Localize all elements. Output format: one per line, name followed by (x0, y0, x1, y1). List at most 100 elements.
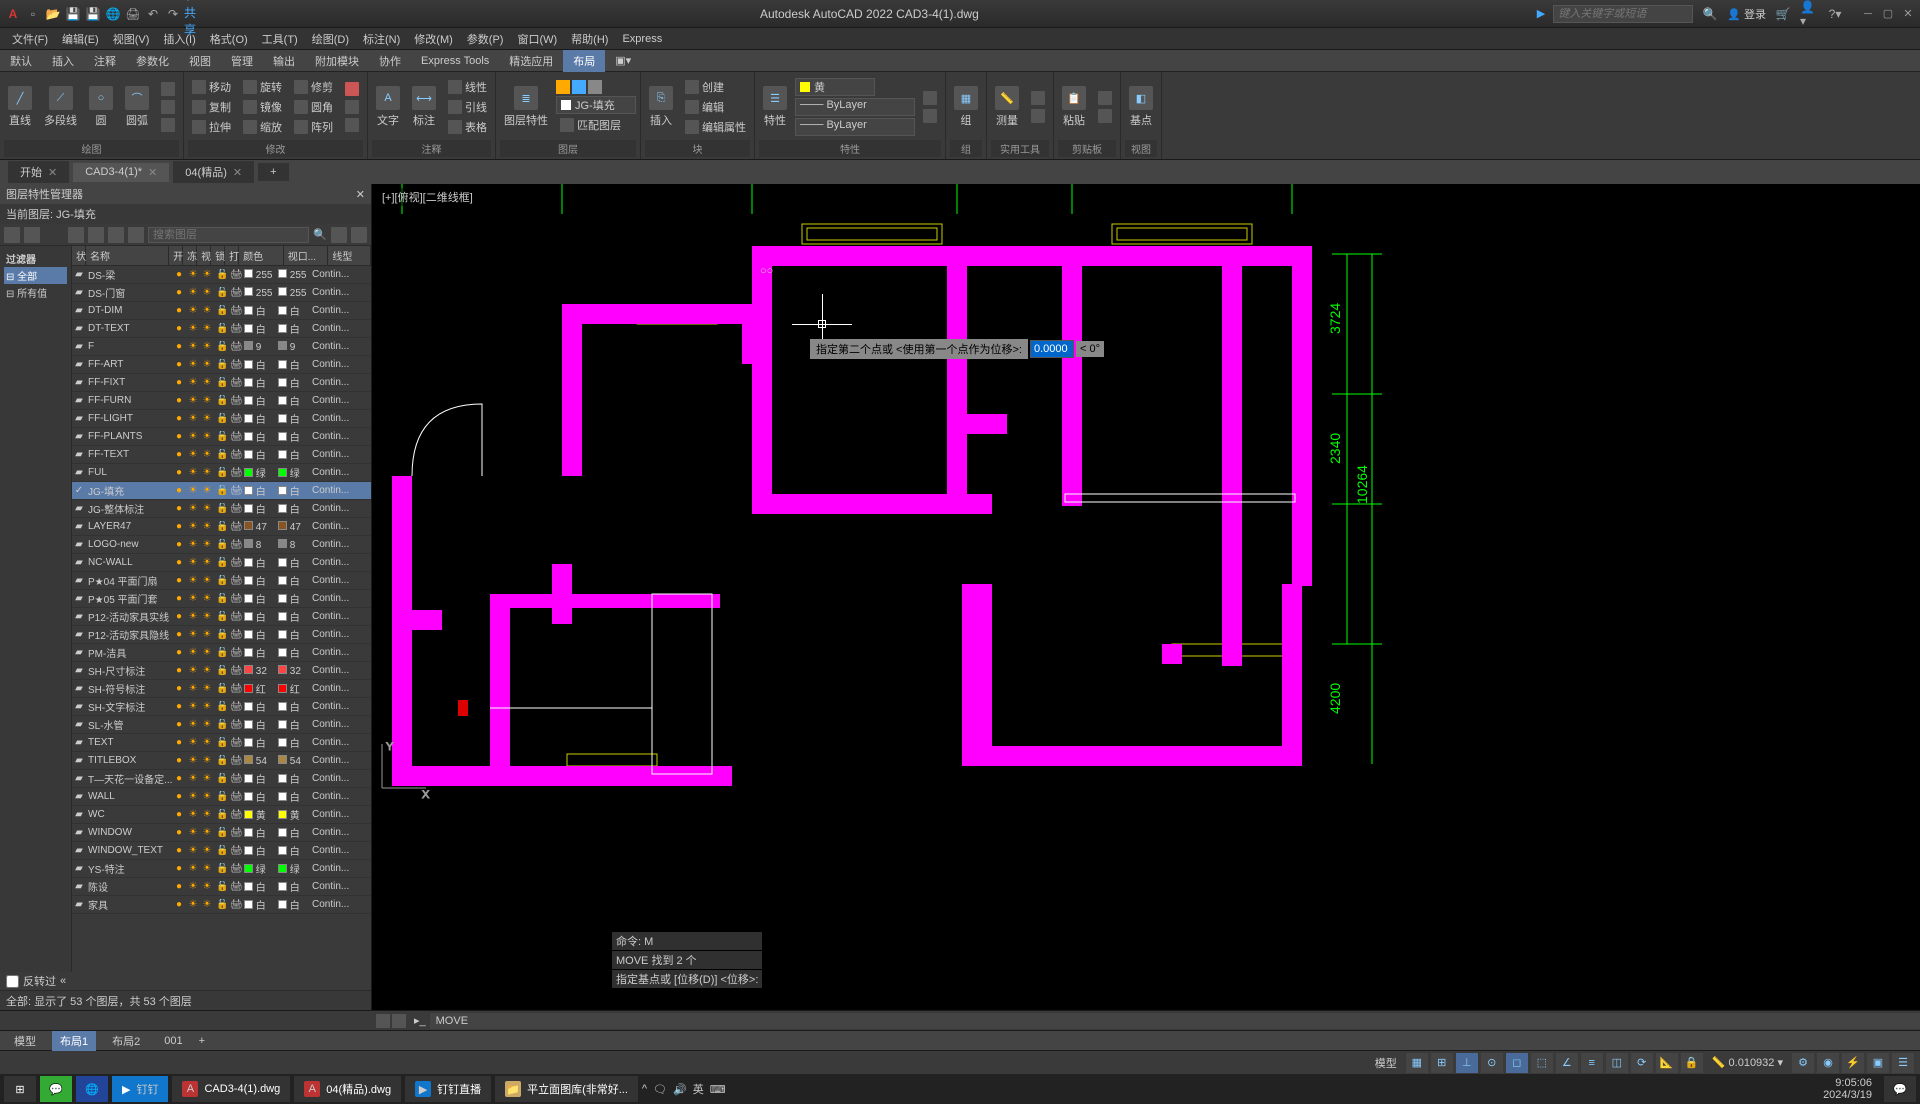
hatch-button[interactable] (157, 99, 179, 115)
network-icon[interactable]: 🗨 (653, 1083, 667, 1096)
insert-button[interactable]: ⎘插入 (645, 84, 677, 130)
layer-dropdown[interactable]: JG-填充 (556, 96, 636, 114)
layer-row[interactable]: ▰SH-文字标注●☀☀🔓🖨 白 白Contin... (72, 698, 371, 716)
annoscale-toggle[interactable]: 🔒 (1681, 1053, 1703, 1073)
web-icon[interactable]: 🌐 (104, 5, 122, 23)
app-icon[interactable]: A (4, 5, 22, 23)
layer-row[interactable]: ▰FUL●☀☀🔓🖨 绿 绿Contin... (72, 464, 371, 482)
layer-row[interactable]: ▰FF-LIGHT●☀☀🔓🖨 白 白Contin... (72, 410, 371, 428)
ribbon-tab[interactable]: 管理 (221, 50, 263, 72)
ribbon-tab[interactable]: Express Tools (411, 52, 499, 70)
paste-button[interactable]: 📋粘贴 (1058, 84, 1090, 130)
ellipse-button[interactable] (157, 117, 179, 133)
match-layer-button[interactable]: 匹配图层 (556, 116, 636, 134)
ribbon-tab[interactable]: 布局 (563, 50, 605, 72)
file-tab[interactable]: 04(精品)✕ (173, 161, 254, 183)
linear-dim-button[interactable]: 线性 (444, 78, 491, 96)
new-tab-button[interactable]: + (258, 163, 288, 181)
layer-row[interactable]: ▰WC●☀☀🔓🖨 黄 黄Contin... (72, 806, 371, 824)
menu-item[interactable]: 工具(T) (256, 29, 304, 49)
layer-row[interactable]: ▰TEXT●☀☀🔓🖨 白 白Contin... (72, 734, 371, 752)
layout-tab[interactable]: 001 (156, 1033, 190, 1049)
line-button[interactable]: ╱直线 (4, 84, 36, 130)
layer-row[interactable]: ▰FF-TEXT●☀☀🔓🖨 白 白Contin... (72, 446, 371, 464)
minimize-button[interactable]: ─ (1860, 6, 1876, 22)
close-button[interactable]: ✕ (1900, 6, 1916, 22)
ribbon-tab[interactable]: 插入 (42, 50, 84, 72)
menu-item[interactable]: 文件(F) (6, 29, 54, 49)
color-dropdown[interactable]: 黄 (795, 78, 875, 96)
invert-filter[interactable]: 反转过 « (0, 972, 371, 990)
polyline-button[interactable]: ⟋多段线 (40, 84, 81, 130)
ribbon-tab[interactable]: 协作 (369, 50, 411, 72)
layer-row[interactable]: ▰WINDOW_TEXT●☀☀🔓🖨 白 白Contin... (72, 842, 371, 860)
ribbon-tab[interactable]: 精选应用 (499, 50, 563, 72)
match-props-button[interactable] (919, 90, 941, 106)
annomon-toggle[interactable]: 📐 (1656, 1053, 1678, 1073)
cart-icon[interactable]: 🛒 (1774, 5, 1792, 23)
hardware-toggle[interactable]: ⚡ (1842, 1053, 1864, 1073)
chevron-up-icon[interactable]: ^ (642, 1083, 647, 1095)
delete-layer-icon[interactable] (68, 227, 84, 243)
menu-item[interactable]: 修改(M) (408, 29, 459, 49)
props-button[interactable]: ☰特性 (759, 84, 791, 130)
save-icon[interactable]: 💾 (64, 5, 82, 23)
osnap-toggle[interactable]: ◻ (1506, 1053, 1528, 1073)
layer-row[interactable]: ▰DS-门窗●☀☀🔓🖨 255 255Contin... (72, 284, 371, 302)
ortho-toggle[interactable]: ⊥ (1456, 1053, 1478, 1073)
settings-icon[interactable] (351, 227, 367, 243)
layer-row[interactable]: ▰FF-PLANTS●☀☀🔓🖨 白 白Contin... (72, 428, 371, 446)
freeze-layer-icon[interactable] (24, 227, 40, 243)
edit-attr-button[interactable]: 编辑属性 (681, 118, 750, 136)
layer-row[interactable]: ▰FF-FURN●☀☀🔓🖨 白 白Contin... (72, 392, 371, 410)
layer-row[interactable]: ▰P★05 平面门套●☀☀🔓🖨 白 白Contin... (72, 590, 371, 608)
layer-row[interactable]: ▰陈设●☀☀🔓🖨 白 白Contin... (72, 878, 371, 896)
maximize-button[interactable]: ▢ (1880, 6, 1896, 22)
open-icon[interactable]: 📂 (44, 5, 62, 23)
layer-row[interactable]: ▰DT-DIM●☀☀🔓🖨 白 白Contin... (72, 302, 371, 320)
cycling-toggle[interactable]: ⟳ (1631, 1053, 1653, 1073)
workspace-toggle[interactable]: ⚙ (1792, 1053, 1814, 1073)
prev-state-icon[interactable] (108, 227, 124, 243)
menu-item[interactable]: 窗口(W) (511, 29, 563, 49)
keyboard-icon[interactable]: ⌨ (710, 1083, 726, 1096)
layer-row[interactable]: ▰NC-WALL●☀☀🔓🖨 白 白Contin... (72, 554, 371, 572)
layer-row[interactable]: ▰F●☀☀🔓🖨 9 9Contin... (72, 338, 371, 356)
lweight-toggle[interactable]: ≡ (1581, 1053, 1603, 1073)
help-search[interactable] (1553, 5, 1693, 23)
layer-row[interactable]: ▰SH-符号标注●☀☀🔓🖨 红 红Contin... (72, 680, 371, 698)
menu-item[interactable]: Express (616, 31, 668, 47)
custom-toggle[interactable]: ☰ (1892, 1053, 1914, 1073)
linetype-dropdown[interactable]: ─── ByLayer (795, 98, 915, 116)
layer-row[interactable]: ▰家具●☀☀🔓🖨 白 白Contin... (72, 896, 371, 914)
layer-row[interactable]: ▰PM-洁具●☀☀🔓🖨 白 白Contin... (72, 644, 371, 662)
layer-row[interactable]: ▰FF-ART●☀☀🔓🖨 白 白Contin... (72, 356, 371, 374)
clock[interactable]: 9:05:062024/3/19 (1815, 1077, 1880, 1101)
layout-tab[interactable]: 模型 (6, 1031, 44, 1051)
ribbon-tab[interactable]: 附加模块 (305, 50, 369, 72)
fillet-button[interactable]: 圆角 (290, 98, 337, 116)
viewport-label[interactable]: [+][俯视][二维线框] (378, 188, 477, 206)
create-block-button[interactable]: 创建 (681, 78, 750, 96)
layout-tab[interactable]: 布局2 (104, 1031, 148, 1051)
isolate-toggle[interactable]: ◉ (1817, 1053, 1839, 1073)
layer-row[interactable]: ▰WALL●☀☀🔓🖨 白 白Contin... (72, 788, 371, 806)
layer-row[interactable]: ▰P★04 平面门扇●☀☀🔓🖨 白 白Contin... (72, 572, 371, 590)
ribbon-tab[interactable]: 参数化 (126, 50, 179, 72)
edit-block-button[interactable]: 编辑 (681, 98, 750, 116)
filter-node[interactable]: ⊟ 所有值 (4, 284, 67, 301)
cmd-close-icon[interactable] (376, 1014, 390, 1028)
menu-item[interactable]: 插入(I) (157, 29, 201, 49)
group-button[interactable]: ▦组 (950, 84, 982, 130)
distance-input[interactable] (1030, 340, 1074, 358)
lineweight-dropdown[interactable]: ─── ByLayer (795, 118, 915, 136)
menu-item[interactable]: 视图(V) (107, 29, 156, 49)
layer-row[interactable]: ▰P12-活动家具隐线●☀☀🔓🖨 白 白Contin... (72, 626, 371, 644)
cmd-config-icon[interactable] (392, 1014, 406, 1028)
layer-row[interactable]: ▰SH-尺寸标注●☀☀🔓🖨 32 32Contin... (72, 662, 371, 680)
transparency-toggle[interactable]: ◫ (1606, 1053, 1628, 1073)
layer-search[interactable] (148, 227, 309, 243)
layer-row[interactable]: ▰LOGO-new●☀☀🔓🖨 8 8Contin... (72, 536, 371, 554)
circle-button[interactable]: ○圆 (85, 84, 117, 130)
menu-item[interactable]: 参数(P) (461, 29, 510, 49)
